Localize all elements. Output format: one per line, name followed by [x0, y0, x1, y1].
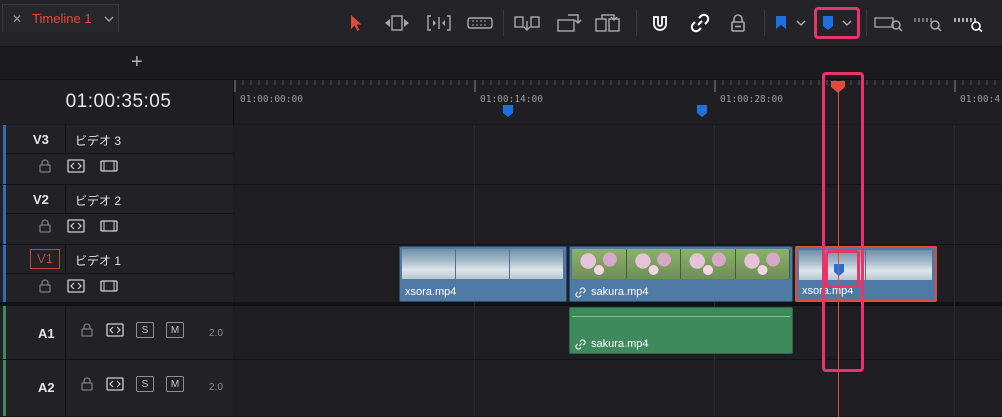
- link-icon: [575, 338, 586, 350]
- replace-clip-icon[interactable]: [593, 9, 623, 37]
- auto-select-icon[interactable]: [106, 377, 124, 391]
- track-id: A2: [38, 380, 55, 395]
- davinci-edit-page: ✕ Timeline 1 + 01:00:35:05 01:00:00:00 0…: [0, 0, 1002, 417]
- channel-format: 2.0: [209, 328, 223, 339]
- trim-icon[interactable]: [382, 9, 412, 37]
- track-id[interactable]: V1: [30, 249, 60, 269]
- video-enable-icon[interactable]: [100, 159, 118, 173]
- flag-icon[interactable]: [772, 9, 790, 37]
- lane-v2[interactable]: [234, 185, 1002, 245]
- timeline-toolbar: [0, 0, 1002, 47]
- track-name[interactable]: ビデオ 2: [75, 192, 121, 209]
- ruler-label: 01:00:00:00: [240, 94, 303, 105]
- blade-icon[interactable]: [465, 9, 495, 37]
- track-id: A1: [38, 326, 55, 341]
- toolbar-divider: [866, 10, 867, 36]
- track-header-v1[interactable]: V1 ビデオ 1: [0, 245, 233, 303]
- dynamic-trim-icon[interactable]: [424, 9, 454, 37]
- lock-icon[interactable]: [80, 323, 94, 337]
- track-name[interactable]: ビデオ 1: [75, 252, 121, 269]
- linked-selection-icon[interactable]: [688, 9, 712, 37]
- video-clip-xsora-selected[interactable]: xsora.mp4: [795, 246, 937, 302]
- video-enable-icon[interactable]: [100, 219, 118, 233]
- mute-button[interactable]: M: [166, 376, 184, 392]
- marker-dropdown-highlight: [814, 7, 860, 39]
- lane-a2[interactable]: [234, 360, 1002, 417]
- lane-v3[interactable]: [234, 125, 1002, 185]
- marker-icon[interactable]: [696, 104, 708, 118]
- chevron-down-icon[interactable]: [794, 9, 808, 37]
- timecode-value: 01:00:35:05: [65, 91, 172, 112]
- auto-select-icon[interactable]: [67, 279, 85, 293]
- position-lock-icon[interactable]: [726, 9, 750, 37]
- ruler-ticks: [234, 80, 996, 92]
- toolbar-divider: [503, 10, 504, 36]
- track-name[interactable]: ビデオ 3: [75, 132, 121, 149]
- mute-button[interactable]: M: [166, 322, 184, 338]
- snapping-icon[interactable]: [648, 9, 672, 37]
- add-timeline-button[interactable]: +: [131, 52, 143, 72]
- clip-name: sakura.mp4: [591, 338, 649, 350]
- lock-icon[interactable]: [80, 377, 94, 391]
- toolbar-divider: [764, 10, 765, 36]
- selection-arrow-icon[interactable]: [345, 9, 367, 37]
- audio-clip-sakura[interactable]: sakura.mp4: [569, 307, 793, 354]
- insert-clip-icon[interactable]: [512, 9, 542, 37]
- track-header-a1[interactable]: A1 S M 2.0: [0, 306, 233, 360]
- link-icon: [575, 286, 586, 298]
- track-id: V3: [33, 132, 49, 147]
- track-header-a2[interactable]: A2 S M 2.0: [0, 360, 233, 417]
- chevron-down-icon[interactable]: [104, 11, 114, 26]
- video-clip-xsora[interactable]: xsora.mp4: [399, 246, 567, 302]
- close-icon[interactable]: ✕: [12, 12, 22, 26]
- zoom-full-icon[interactable]: [873, 9, 905, 37]
- auto-select-icon[interactable]: [67, 219, 85, 233]
- lock-icon[interactable]: [38, 219, 52, 233]
- tab-label: Timeline 1: [32, 11, 92, 26]
- ruler-label: 01:00:4: [960, 94, 1001, 105]
- zoom-detail-icon[interactable]: [913, 9, 945, 37]
- channel-format: 2.0: [209, 382, 223, 393]
- video-clip-sakura[interactable]: sakura.mp4: [569, 246, 793, 302]
- timeline-ruler[interactable]: 01:00:00:00 01:00:14:00 01:00:28:00 01:0…: [234, 80, 1002, 124]
- video-enable-icon[interactable]: [100, 279, 118, 293]
- track-header-v2[interactable]: V2 ビデオ 2: [0, 185, 233, 245]
- solo-button[interactable]: S: [136, 376, 154, 392]
- overwrite-clip-icon[interactable]: [553, 9, 583, 37]
- lock-icon[interactable]: [38, 159, 52, 173]
- grid-line: [954, 125, 955, 417]
- clip-name: xsora.mp4: [405, 286, 457, 298]
- track-id: V2: [33, 192, 49, 207]
- auto-select-icon[interactable]: [67, 159, 85, 173]
- marker-icon[interactable]: [502, 104, 514, 118]
- clip-name: sakura.mp4: [591, 286, 649, 298]
- zoom-custom-icon[interactable]: [953, 9, 985, 37]
- track-header-v3[interactable]: V3 ビデオ 3: [0, 125, 233, 185]
- clip-marker-highlight: [825, 250, 860, 288]
- solo-button[interactable]: S: [136, 322, 154, 338]
- tab-timeline-1[interactable]: ✕ Timeline 1: [2, 4, 119, 32]
- toolbar-divider: [636, 10, 637, 36]
- lock-icon[interactable]: [38, 279, 52, 293]
- ruler-label: 01:00:28:00: [720, 94, 783, 105]
- timecode-display[interactable]: 01:00:35:05: [0, 80, 234, 124]
- playhead-highlight: [822, 72, 864, 372]
- auto-select-icon[interactable]: [106, 323, 124, 337]
